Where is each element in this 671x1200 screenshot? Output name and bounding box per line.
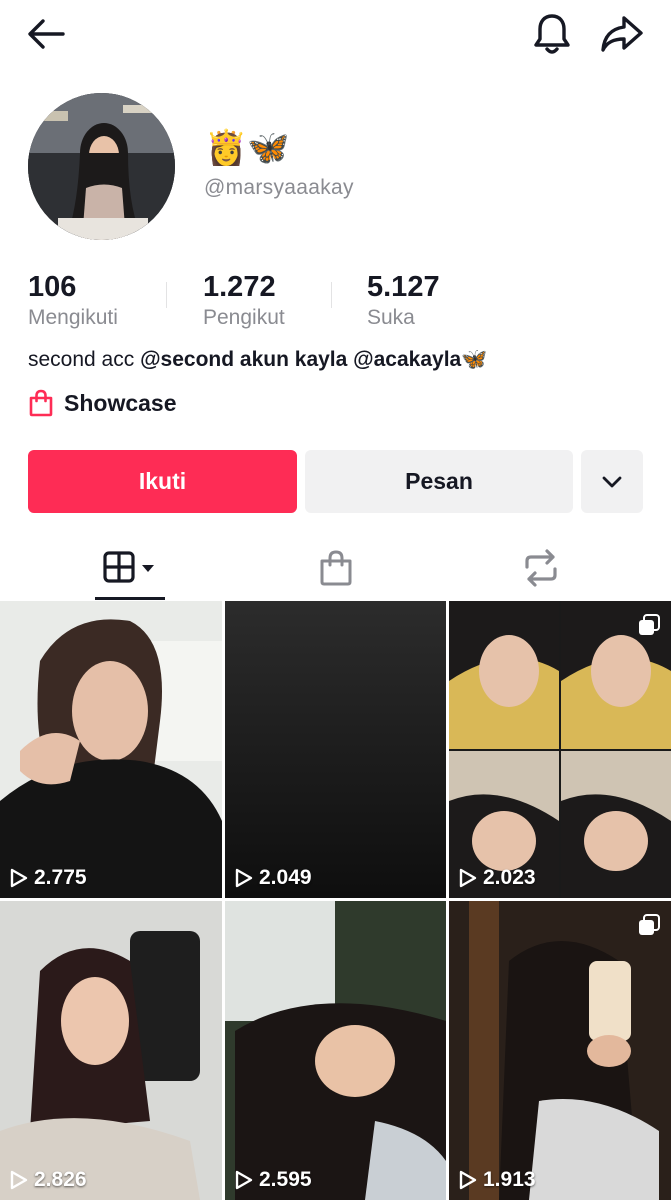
avatar-photo <box>28 93 175 240</box>
view-count-value: 2.023 <box>483 866 536 889</box>
likes-count: 5.127 <box>367 271 440 303</box>
video-grid: 2.775 2.049 2.023 2.826 2.595 1.913 <box>0 601 671 1200</box>
view-count: 2.595 <box>235 1168 312 1192</box>
top-bar <box>0 0 671 70</box>
bio-mention[interactable]: @acakayla <box>347 348 461 371</box>
photo-stack-icon <box>639 614 660 635</box>
share-button[interactable] <box>598 10 646 58</box>
play-icon <box>235 1170 253 1190</box>
repost-icon <box>525 549 557 587</box>
video-thumbnail[interactable]: 2.775 <box>0 601 222 898</box>
thumbnail-image <box>0 601 222 898</box>
showcase-link[interactable]: Showcase <box>28 386 177 420</box>
username: @marsyaaakay <box>204 176 354 199</box>
grid-icon <box>103 551 154 583</box>
video-thumbnail[interactable]: 2.826 <box>0 901 222 1200</box>
view-count-value: 1.913 <box>483 1168 536 1191</box>
share-arrow-icon <box>601 16 643 52</box>
video-thumbnail[interactable]: 2.049 <box>225 601 446 898</box>
view-count: 2.049 <box>235 866 312 890</box>
photo-post-thumbnail[interactable]: 2.023 <box>449 601 671 898</box>
following-stat[interactable]: 106 Mengikuti <box>28 270 118 332</box>
following-count: 106 <box>28 271 77 303</box>
shopping-bag-icon <box>29 389 53 417</box>
active-tab-indicator <box>95 597 165 600</box>
message-button[interactable]: Pesan <box>305 450 573 513</box>
followers-label: Pengikut <box>203 306 285 329</box>
bio-mention[interactable]: @second akun kayla <box>140 348 347 371</box>
back-button[interactable] <box>22 12 70 56</box>
play-icon <box>10 1170 28 1190</box>
stat-divider <box>166 282 167 308</box>
play-icon <box>235 868 253 888</box>
tab-repost[interactable] <box>505 535 577 601</box>
follow-button[interactable]: Ikuti <box>28 450 297 513</box>
view-count: 1.913 <box>459 1168 536 1192</box>
play-icon <box>459 868 477 888</box>
photo-stack-icon <box>639 914 660 935</box>
shopping-bag-icon <box>320 550 352 586</box>
notifications-button[interactable] <box>528 10 576 58</box>
more-options-button[interactable] <box>581 450 643 513</box>
bio-emoji: 🦋 <box>461 347 488 371</box>
tab-videos[interactable] <box>95 535 165 601</box>
bio-text: second acc <box>28 348 141 371</box>
view-count-value: 2.049 <box>259 866 312 889</box>
followers-stat[interactable]: 1.272 Pengikut <box>203 270 285 332</box>
followers-count: 1.272 <box>203 271 276 303</box>
likes-stat[interactable]: 5.127 Suka <box>367 270 440 332</box>
photo-post-thumbnail[interactable]: 1.913 <box>449 901 671 1200</box>
play-icon <box>459 1170 477 1190</box>
profile-stats: 106 Mengikuti 1.272 Pengikut 5.127 Suka <box>28 270 668 332</box>
showcase-label: Showcase <box>64 389 177 416</box>
bio: second acc @second akun kayla @acakayla🦋 <box>28 344 487 375</box>
view-count: 2.023 <box>459 866 536 890</box>
view-count-value: 2.595 <box>259 1168 312 1191</box>
view-count: 2.826 <box>10 1168 87 1192</box>
content-tabs <box>0 535 671 601</box>
avatar[interactable] <box>28 93 175 240</box>
thumbnail-image <box>225 901 446 1200</box>
thumbnail-image <box>225 601 446 898</box>
bell-icon <box>534 14 570 54</box>
view-count-value: 2.826 <box>34 1168 87 1191</box>
display-name: 👸🦋 <box>205 128 290 168</box>
view-count: 2.775 <box>10 866 87 890</box>
stat-divider <box>331 282 332 308</box>
arrow-left-icon <box>28 19 65 49</box>
thumbnail-image <box>449 901 671 1200</box>
play-icon <box>10 868 28 888</box>
view-count-value: 2.775 <box>34 866 87 889</box>
video-thumbnail[interactable]: 2.595 <box>225 901 446 1200</box>
likes-label: Suka <box>367 306 415 329</box>
tab-shop[interactable] <box>300 535 372 601</box>
thumbnail-image <box>449 601 671 898</box>
chevron-down-icon <box>602 476 622 487</box>
thumbnail-image <box>0 901 222 1200</box>
following-label: Mengikuti <box>28 306 118 329</box>
